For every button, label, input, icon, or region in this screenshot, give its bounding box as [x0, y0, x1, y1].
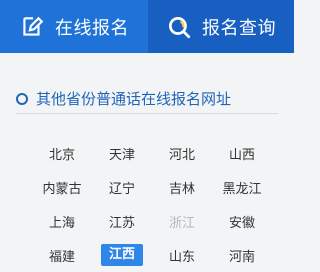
tab-registration-query[interactable]: 报名查询: [148, 0, 294, 53]
tab-online-registration[interactable]: 在线报名: [0, 0, 148, 53]
province-row: 上海 江苏 浙江 安徽: [32, 204, 274, 238]
province-link[interactable]: 辽宁: [92, 178, 152, 197]
province-link[interactable]: 黑龙江: [212, 178, 272, 197]
title-ring-icon: [16, 93, 28, 105]
top-tabs: 在线报名 报名查询: [0, 0, 294, 53]
province-link[interactable]: 天津: [92, 144, 152, 163]
province-row: 福建 江西 山东 河南: [32, 238, 274, 272]
province-link[interactable]: 浙江: [152, 212, 212, 231]
province-link[interactable]: 河南: [212, 246, 272, 265]
edit-icon: [19, 14, 45, 40]
province-link[interactable]: 河北: [152, 144, 212, 163]
search-icon: [166, 14, 192, 40]
province-link[interactable]: 安徽: [212, 212, 272, 231]
province-link[interactable]: 江苏: [92, 212, 152, 231]
section-title-text: 其他省份普通话在线报名网址: [36, 90, 232, 108]
province-link[interactable]: 吉林: [152, 178, 212, 197]
province-link[interactable]: 北京: [32, 144, 92, 163]
section-title: 其他省份普通话在线报名网址: [16, 88, 231, 109]
province-link[interactable]: 山西: [212, 144, 272, 163]
province-link[interactable]: 上海: [32, 212, 92, 231]
province-row: 北京 天津 河北 山西: [32, 136, 274, 170]
section-divider: [16, 113, 278, 114]
province-link[interactable]: 山东: [152, 246, 212, 265]
tab-query-label: 报名查询: [202, 17, 276, 39]
province-grid: 北京 天津 河北 山西 内蒙古 辽宁 吉林 黑龙江 上海 江苏 浙江 安徽 福建…: [32, 136, 274, 272]
province-link[interactable]: 内蒙古: [32, 178, 92, 197]
province-row: 内蒙古 辽宁 吉林 黑龙江: [32, 170, 274, 204]
province-link-selected[interactable]: 江西: [92, 244, 152, 266]
tab-online-label: 在线报名: [55, 17, 129, 39]
province-link[interactable]: 福建: [32, 246, 92, 265]
